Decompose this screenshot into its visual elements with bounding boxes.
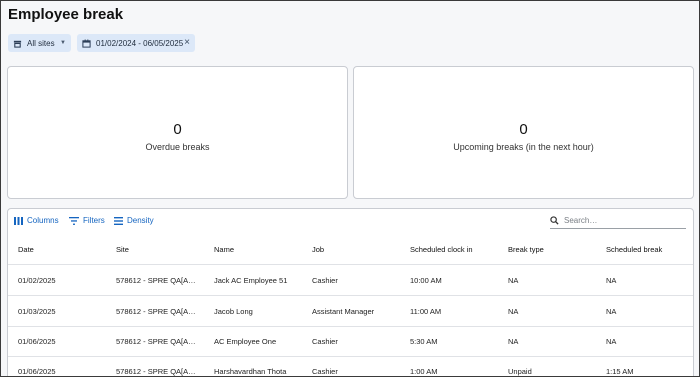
column-header-scheduled-break[interactable]: Scheduled break [606, 235, 693, 265]
column-header-job[interactable]: Job [312, 235, 404, 265]
cell-site: 578612 - SPRE QA[A… [116, 307, 196, 316]
cell-name: Jack AC Employee 51 [214, 276, 288, 285]
column-header-scheduled-clock-in[interactable]: Scheduled clock in [410, 235, 502, 265]
date-range-label: 01/02/2024 - 06/05/2025 [96, 38, 184, 48]
cell-scheduled-clock-in: 11:00 AM [410, 307, 442, 316]
filters-label: Filters [83, 216, 105, 225]
cell-scheduled-break: NA [606, 276, 617, 285]
cell-date: 01/02/2025 [18, 276, 56, 285]
upcoming-breaks-count: 0 [519, 121, 528, 138]
overdue-breaks-count: 0 [173, 121, 182, 138]
table-row[interactable]: 01/06/2025 578612 - SPRE QA[A… Harshavar… [8, 357, 693, 376]
grid-toolbar: Columns Filters Density [8, 209, 693, 235]
column-header-date[interactable]: Date [18, 235, 108, 265]
cell-break-type: NA [508, 307, 519, 316]
upcoming-breaks-card: 0 Upcoming breaks (in the next hour) [353, 66, 694, 199]
column-header-name[interactable]: Name [214, 235, 306, 265]
cell-job: Cashier [312, 337, 338, 346]
cell-job: Assistant Manager [312, 307, 375, 316]
table-row[interactable]: 01/03/2025 578612 - SPRE QA[A… Jacob Lon… [8, 297, 693, 327]
breaks-data-grid: Columns Filters Density Search… Date Sit… [7, 208, 694, 376]
app-window: Employee break All sites ▼ 01/02/2024 - … [0, 0, 700, 377]
filters-button[interactable]: Filters [69, 216, 105, 225]
filter-icon [69, 216, 83, 225]
cell-date: 01/03/2025 [18, 307, 56, 316]
column-header-break-type[interactable]: Break type [508, 235, 600, 265]
site-filter-label: All sites [27, 38, 55, 48]
cell-site: 578612 - SPRE QA[A… [116, 367, 196, 376]
upcoming-breaks-label: Upcoming breaks (in the next hour) [453, 142, 594, 152]
cell-date: 01/06/2025 [18, 367, 56, 376]
site-filter-chip[interactable]: All sites ▼ [8, 34, 71, 52]
close-icon[interactable]: × [184, 38, 190, 48]
cell-scheduled-break: 1:15 AM [606, 367, 634, 376]
date-range-chip[interactable]: 01/02/2024 - 06/05/2025 × [77, 34, 195, 52]
cell-scheduled-clock-in: 5:30 AM [410, 337, 438, 346]
cell-job: Cashier [312, 276, 338, 285]
cell-name: AC Employee One [214, 337, 277, 346]
table-row[interactable]: 01/06/2025 578612 - SPRE QA[A… AC Employ… [8, 327, 693, 357]
search-input[interactable] [564, 216, 674, 225]
cell-name: Jacob Long [214, 307, 253, 316]
cell-scheduled-clock-in: 1:00 AM [410, 367, 438, 376]
columns-icon [14, 216, 27, 225]
density-label: Density [127, 216, 154, 225]
overdue-breaks-label: Overdue breaks [145, 142, 210, 152]
cell-scheduled-break: NA [606, 307, 617, 316]
overdue-breaks-card: 0 Overdue breaks [7, 66, 348, 199]
search-box [550, 213, 686, 229]
columns-button[interactable]: Columns [14, 216, 59, 225]
calendar-icon [82, 38, 91, 48]
cell-site: 578612 - SPRE QA[A… [116, 337, 196, 346]
chevron-down-icon[interactable]: ▼ [60, 40, 66, 46]
cell-name: Harshavardhan Thota [214, 367, 287, 376]
columns-label: Columns [27, 216, 59, 225]
store-icon [13, 39, 22, 48]
density-icon [114, 216, 127, 225]
table-header-row: Date Site Name Job Scheduled clock in Br… [8, 235, 693, 265]
search-icon [550, 216, 564, 225]
column-header-site[interactable]: Site [116, 235, 204, 265]
table-row[interactable]: 01/02/2025 578612 - SPRE QA[A… Jack AC E… [8, 266, 693, 296]
cell-scheduled-break: NA [606, 337, 617, 346]
cell-date: 01/06/2025 [18, 337, 56, 346]
cell-break-type: NA [508, 276, 519, 285]
cell-job: Cashier [312, 367, 338, 376]
cell-site: 578612 - SPRE QA[A… [116, 276, 196, 285]
cell-break-type: Unpaid [508, 367, 532, 376]
cell-break-type: NA [508, 337, 519, 346]
density-button[interactable]: Density [114, 216, 154, 225]
cell-scheduled-clock-in: 10:00 AM [410, 276, 442, 285]
page-title: Employee break [8, 6, 124, 23]
